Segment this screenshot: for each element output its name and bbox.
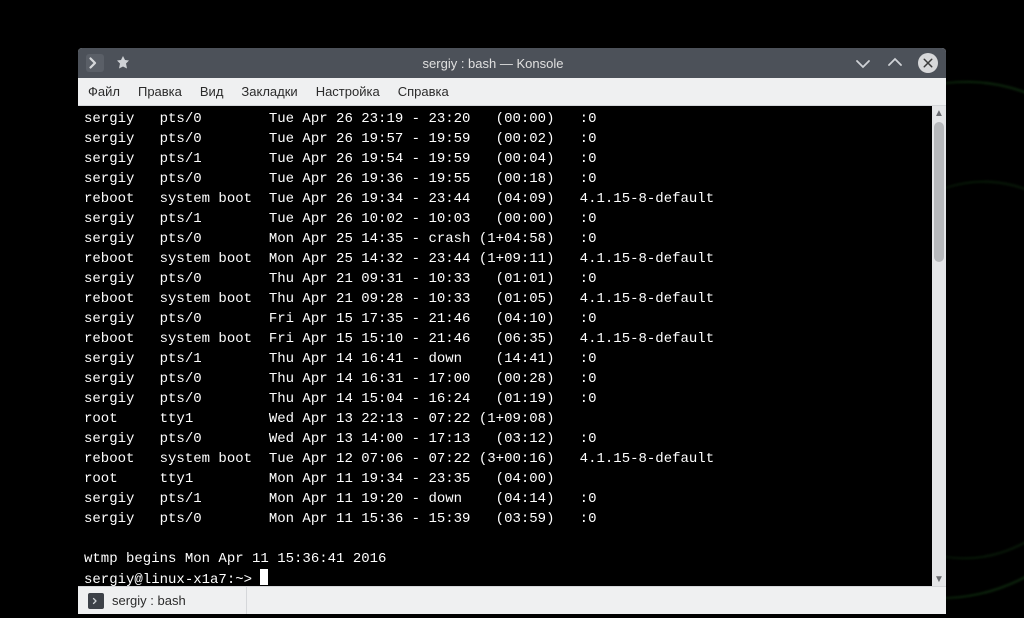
menubar: Файл Правка Вид Закладки Настройка Справ… <box>78 78 946 106</box>
terminal-output[interactable]: sergiy pts/0 Tue Apr 26 23:19 - 23:20 (0… <box>78 106 932 586</box>
app-icon <box>86 54 104 72</box>
minimize-icon[interactable] <box>854 54 872 72</box>
scroll-thumb[interactable] <box>934 122 944 262</box>
pin-icon[interactable] <box>114 54 132 72</box>
tab-label: sergiy : bash <box>112 593 186 608</box>
scrollbar[interactable]: ▲ ▼ <box>932 106 946 586</box>
terminal-area: sergiy pts/0 Tue Apr 26 23:19 - 23:20 (0… <box>78 106 946 586</box>
scroll-up-icon[interactable]: ▲ <box>932 106 946 120</box>
maximize-icon[interactable] <box>886 54 904 72</box>
tab-1[interactable]: sergiy : bash <box>78 587 247 614</box>
konsole-window: sergiy : bash — Konsole Файл Правка Вид … <box>78 48 946 614</box>
menu-edit[interactable]: Правка <box>138 84 182 99</box>
menu-settings[interactable]: Настройка <box>316 84 380 99</box>
titlebar[interactable]: sergiy : bash — Konsole <box>78 48 946 78</box>
window-title: sergiy : bash — Konsole <box>132 56 854 71</box>
tab-terminal-icon <box>88 593 104 609</box>
menu-bookmarks[interactable]: Закладки <box>241 84 297 99</box>
close-icon[interactable] <box>918 53 938 73</box>
menu-file[interactable]: Файл <box>88 84 120 99</box>
scroll-down-icon[interactable]: ▼ <box>932 572 946 586</box>
tabbar: sergiy : bash <box>78 586 946 614</box>
cursor <box>260 569 268 585</box>
menu-help[interactable]: Справка <box>398 84 449 99</box>
menu-view[interactable]: Вид <box>200 84 224 99</box>
